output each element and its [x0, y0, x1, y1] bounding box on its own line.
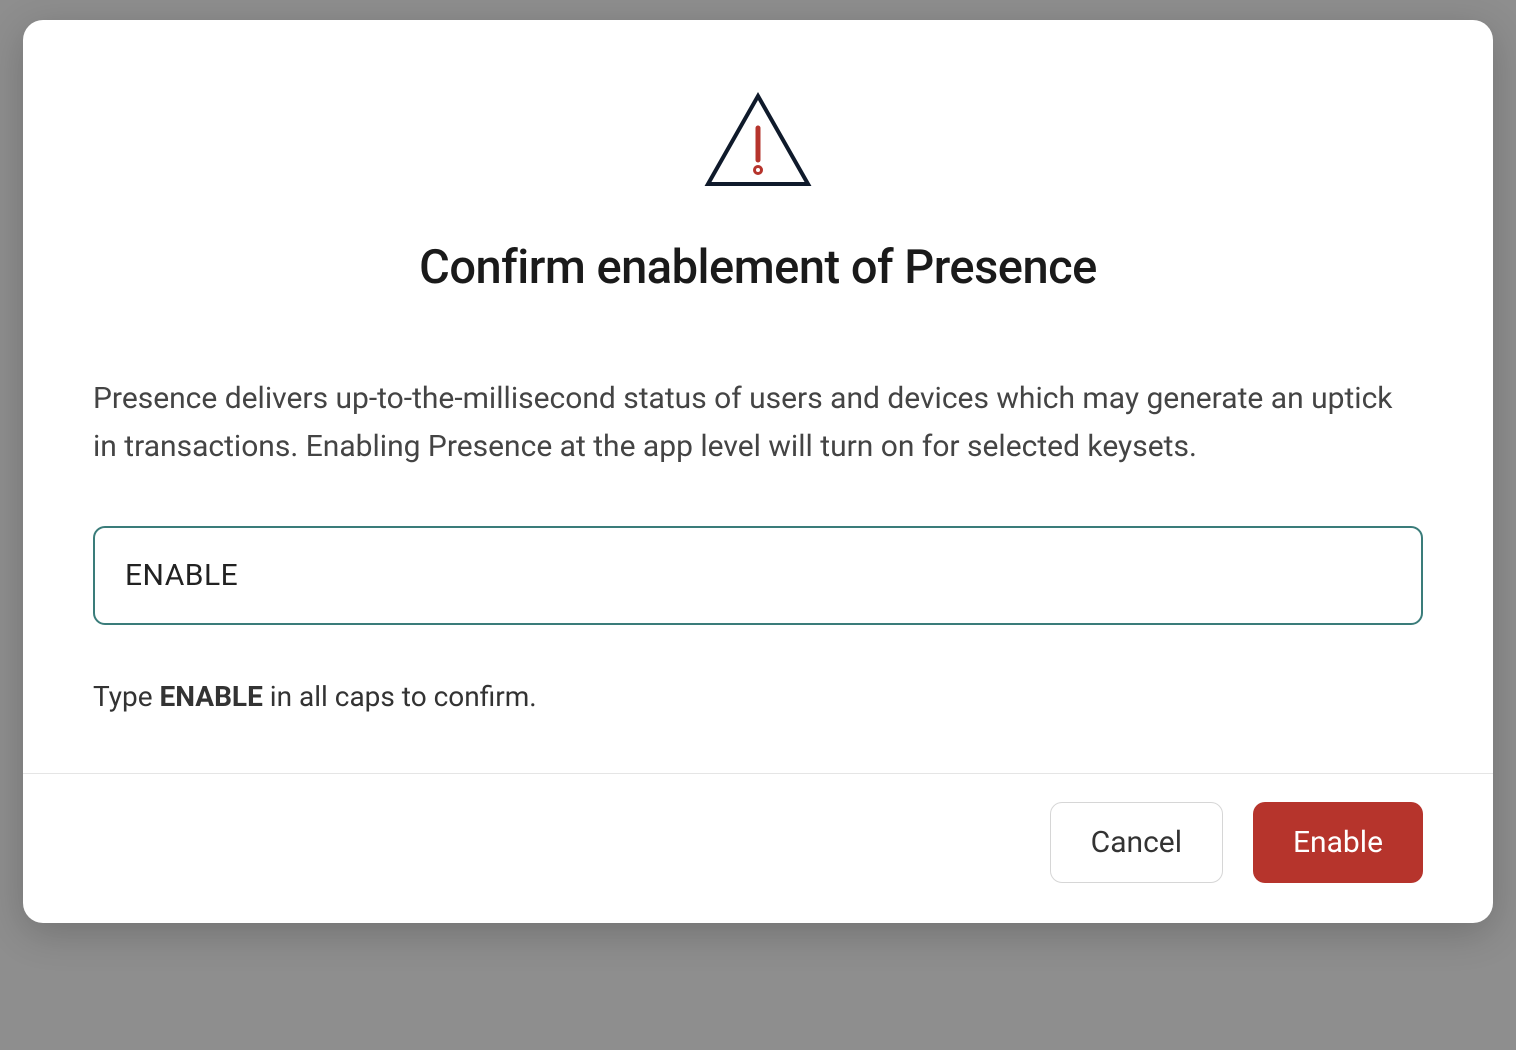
- confirm-hint: Type ENABLE in all caps to confirm.: [93, 680, 1423, 713]
- confirmation-modal: Confirm enablement of Presence Presence …: [23, 20, 1493, 923]
- hint-suffix: in all caps to confirm.: [263, 680, 537, 713]
- modal-body: Confirm enablement of Presence Presence …: [23, 20, 1493, 773]
- cancel-button[interactable]: Cancel: [1050, 802, 1223, 883]
- modal-description: Presence delivers up-to-the-millisecond …: [93, 375, 1423, 471]
- enable-button[interactable]: Enable: [1253, 802, 1423, 883]
- warning-icon-wrap: [93, 90, 1423, 190]
- hint-bold: ENABLE: [160, 680, 263, 713]
- warning-icon: [703, 90, 813, 190]
- confirm-input[interactable]: [93, 526, 1423, 625]
- hint-prefix: Type: [93, 680, 160, 713]
- modal-title: Confirm enablement of Presence: [93, 240, 1423, 295]
- modal-footer: Cancel Enable: [23, 773, 1493, 923]
